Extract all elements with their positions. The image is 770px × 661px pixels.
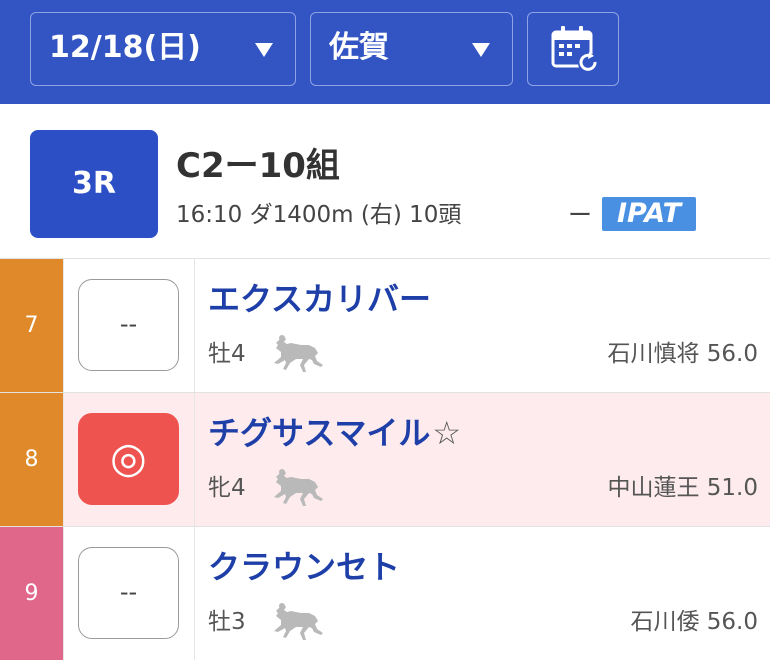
star-icon[interactable]: ☆ <box>432 414 461 452</box>
horse-name[interactable]: クラウンセト <box>208 547 402 587</box>
horse-row[interactable]: 9 -- クラウンセト 牡3 石川倭 56.0 <box>0 526 770 660</box>
horse-name-text: クラウンセト <box>208 548 401 586</box>
sex-age: 牡3 <box>208 609 246 635</box>
ipat-badge[interactable]: IPAT <box>602 197 696 231</box>
calendar-button[interactable] <box>527 12 619 86</box>
racehorse-icon <box>274 603 323 640</box>
mark-symbol: -- <box>119 578 138 606</box>
race-info: 16:10 ダ1400m (右) 10頭 <box>176 202 462 228</box>
chevron-down-icon <box>472 43 490 57</box>
chevron-down-icon <box>255 43 273 57</box>
prediction-mark-button[interactable]: -- <box>78 279 179 371</box>
racehorse-icon <box>274 469 323 506</box>
mark-cell: -- <box>64 259 195 392</box>
top-bar: 12/18(日) 佐賀 <box>0 0 770 104</box>
sex-age: 牡4 <box>208 341 246 367</box>
venue-select-label: 佐賀 <box>329 30 389 65</box>
mark-symbol: ◎ <box>110 433 147 482</box>
race-name: C2ー10組 <box>176 146 340 186</box>
mark-cell: ◎ <box>64 393 195 526</box>
horse-number: 7 <box>0 259 64 392</box>
racehorse-icon <box>274 335 323 372</box>
jockey-weight: 石川倭 56.0 <box>630 609 758 635</box>
jockey-weight: 石川慎将 56.0 <box>607 341 758 367</box>
horse-row[interactable]: 7 -- エクスカリバー 牡4 石川慎将 56.0 <box>0 258 770 392</box>
mark-cell: -- <box>64 527 195 660</box>
prediction-mark-button[interactable]: -- <box>78 547 179 639</box>
race-summary: 3R C2ー10組 16:10 ダ1400m (右) 10頭 ー IPAT <box>0 104 770 258</box>
calendar-refresh-icon <box>551 26 598 73</box>
race-dash: ー <box>568 201 592 229</box>
race-number-badge: 3R <box>30 130 158 238</box>
horse-name-text: チグサスマイル <box>208 414 431 452</box>
horse-name-text: エクスカリバー <box>208 280 432 318</box>
horse-name[interactable]: チグサスマイル☆ <box>208 413 461 453</box>
horse-number: 8 <box>0 393 64 526</box>
venue-select[interactable]: 佐賀 <box>310 12 513 86</box>
jockey-weight: 中山蓮王 51.0 <box>607 475 758 501</box>
horse-number: 9 <box>0 527 64 660</box>
sex-age: 牝4 <box>208 475 246 501</box>
date-select[interactable]: 12/18(日) <box>30 12 296 86</box>
mark-symbol: -- <box>119 310 138 338</box>
date-select-label: 12/18(日) <box>49 30 201 65</box>
horse-name[interactable]: エクスカリバー <box>208 279 433 319</box>
prediction-mark-button[interactable]: ◎ <box>78 413 179 505</box>
horse-row[interactable]: 8 ◎ チグサスマイル☆ 牝4 中山蓮王 51.0 <box>0 392 770 526</box>
